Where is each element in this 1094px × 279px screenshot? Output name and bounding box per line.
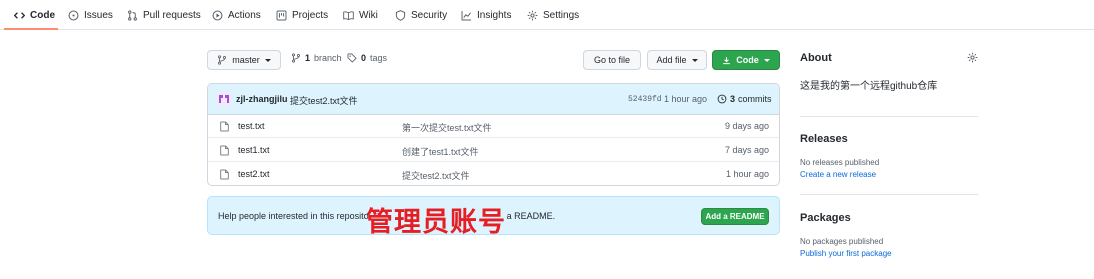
commit-count-label: commits — [738, 94, 772, 104]
branch-count-label: branch — [314, 53, 342, 63]
tags-link[interactable]: 0 tags — [347, 53, 387, 63]
packages-heading[interactable]: Packages — [800, 212, 851, 224]
chevron-down-icon — [264, 58, 271, 62]
releases-empty-text: No releases published — [800, 158, 880, 167]
file-commit-message[interactable]: 创建了test1.txt文件 — [402, 145, 479, 158]
tab-issues[interactable]: Issues — [68, 0, 113, 30]
file-name[interactable]: test1.txt — [238, 145, 270, 155]
go-to-file-button[interactable]: Go to file — [583, 50, 641, 70]
branch-icon — [291, 53, 301, 63]
play-icon — [212, 10, 223, 21]
commit-time: 1 hour ago — [664, 94, 708, 104]
tab-insights-label: Insights — [477, 9, 512, 21]
packages-empty-text: No packages published — [800, 237, 884, 246]
file-icon — [220, 145, 229, 156]
tab-security[interactable]: Security — [395, 0, 447, 30]
tab-pull-requests-label: Pull requests — [143, 9, 201, 21]
repo-nav: Code Issues Pull requests Actions Projec… — [0, 0, 1094, 30]
tab-pull-requests[interactable]: Pull requests — [127, 0, 201, 30]
tab-wiki-label: Wiki — [359, 9, 378, 21]
file-icon — [220, 121, 229, 132]
readme-text-end: a README. — [506, 211, 556, 221]
sidebar-divider — [800, 194, 978, 195]
tag-count-label: tags — [370, 53, 388, 63]
file-commit-date: 9 days ago — [724, 121, 769, 131]
tab-actions-label: Actions — [228, 9, 261, 21]
tab-actions[interactable]: Actions — [212, 0, 261, 30]
tab-security-label: Security — [411, 9, 448, 21]
file-browser: zjl-zhangjilu 提交test2.txt文件 52439fd 1 ho… — [207, 83, 780, 186]
readme-text-start: Help people interested in this reposito — [218, 211, 369, 221]
code-button[interactable]: Code — [712, 50, 780, 70]
file-commit-date: 7 days ago — [724, 145, 769, 155]
branch-count: 1 — [305, 53, 311, 63]
commit-message[interactable]: 提交test2.txt文件 — [290, 94, 358, 107]
issue-icon — [68, 10, 79, 21]
book-icon — [343, 10, 354, 21]
tag-count: 0 — [361, 53, 367, 63]
repo-description: 这是我的第一个远程github仓库 — [800, 81, 938, 92]
gear-icon — [527, 10, 538, 21]
overlay-annotation: 管理员账号 — [366, 207, 506, 238]
chevron-down-icon — [763, 58, 770, 62]
file-row[interactable]: test2.txt 提交test2.txt文件 1 hour ago — [208, 163, 779, 185]
graph-icon — [461, 10, 472, 21]
branches-link[interactable]: 1 branch — [291, 53, 342, 63]
commit-count: 3 — [730, 94, 736, 104]
chevron-down-icon — [691, 58, 698, 62]
file-name[interactable]: test2.txt — [238, 169, 270, 179]
tab-settings-label: Settings — [543, 9, 580, 21]
project-icon — [276, 10, 287, 21]
gear-icon[interactable] — [967, 52, 978, 63]
file-icon — [220, 169, 229, 180]
file-row[interactable]: test.txt 第一次提交test.txt文件 9 days ago — [208, 115, 779, 138]
tab-code[interactable]: Code — [14, 0, 55, 30]
add-file-button[interactable]: Add file — [647, 50, 707, 70]
file-commit-date: 1 hour ago — [725, 169, 769, 179]
commit-hash[interactable]: 52439fd — [628, 95, 662, 104]
tag-icon — [347, 53, 357, 63]
add-readme-button[interactable]: Add a README — [701, 208, 769, 225]
active-tab-underline — [4, 28, 58, 30]
go-to-file-label: Go to file — [593, 55, 631, 65]
file-commit-message[interactable]: 第一次提交test.txt文件 — [402, 121, 492, 134]
about-heading: About — [800, 52, 832, 64]
create-release-link[interactable]: Create a new release — [800, 170, 876, 179]
commits-link[interactable]: 3 commits — [717, 94, 772, 104]
add-file-label: Add file — [656, 55, 687, 65]
tab-issues-label: Issues — [84, 9, 113, 21]
commit-author[interactable]: zjl-zhangjilu — [236, 94, 288, 104]
tab-code-label: Code — [30, 9, 55, 21]
releases-heading[interactable]: Releases — [800, 133, 848, 145]
branch-select-button[interactable]: master — [207, 50, 281, 70]
history-icon — [717, 94, 727, 104]
branch-name: master — [232, 55, 260, 65]
file-row[interactable]: test1.txt 创建了test1.txt文件 7 days ago — [208, 139, 779, 162]
latest-commit-bar: zjl-zhangjilu 提交test2.txt文件 52439fd 1 ho… — [208, 84, 779, 115]
code-button-label: Code — [736, 55, 759, 65]
pull-request-icon — [127, 9, 138, 21]
tab-projects-label: Projects — [292, 9, 329, 21]
tab-wiki[interactable]: Wiki — [343, 0, 378, 30]
code-icon — [14, 10, 25, 21]
file-name[interactable]: test.txt — [238, 121, 265, 131]
tab-settings[interactable]: Settings — [527, 0, 579, 30]
shield-icon — [395, 9, 406, 21]
tab-projects[interactable]: Projects — [276, 0, 328, 30]
tab-insights[interactable]: Insights — [461, 0, 511, 30]
add-readme-label: Add a README — [705, 212, 765, 221]
sidebar-divider — [800, 116, 978, 117]
download-icon — [723, 56, 731, 64]
avatar[interactable] — [217, 92, 231, 106]
publish-package-link[interactable]: Publish your first package — [800, 249, 892, 258]
branch-icon — [218, 55, 227, 65]
file-commit-message[interactable]: 提交test2.txt文件 — [402, 169, 470, 182]
